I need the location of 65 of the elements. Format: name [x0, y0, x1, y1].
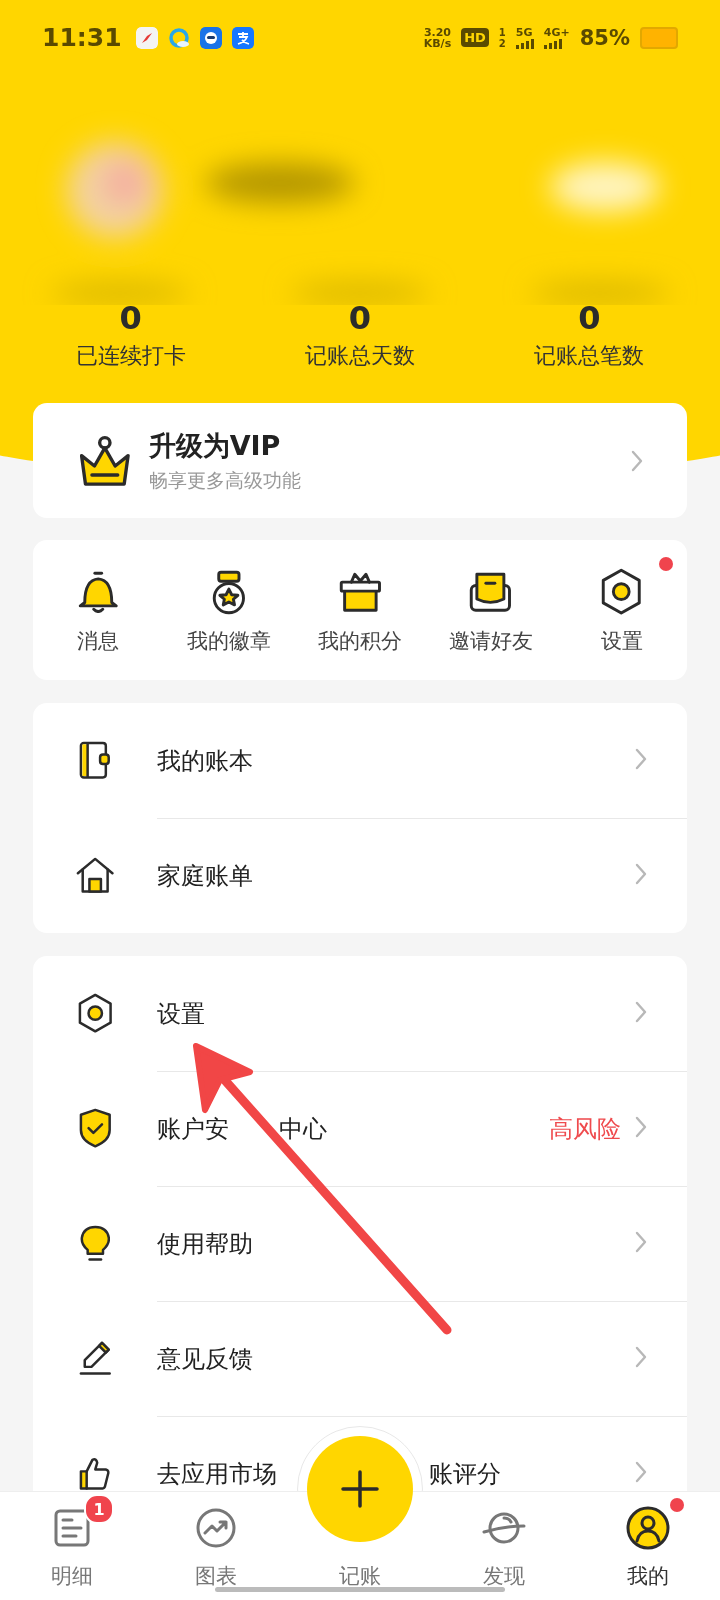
- vip-card[interactable]: 升级为VIP 畅享更多高级功能: [33, 403, 687, 518]
- shortcut-label[interactable]: 我的徽章: [187, 627, 272, 655]
- crown-icon: [79, 434, 131, 487]
- chevron-icon: [635, 862, 647, 885]
- shortcut-label[interactable]: 我的积分: [318, 627, 402, 655]
- envelope-icon: [469, 571, 513, 613]
- shortcut-label[interactable]: 消息: [77, 627, 120, 655]
- vip-subtitle: 畅享更多高级功能: [148, 467, 302, 493]
- person-icon: [626, 1506, 670, 1550]
- settings-icon: [77, 993, 113, 1034]
- bell-icon: [78, 570, 119, 614]
- cloud-app-icon: [167, 26, 190, 49]
- shortcut-label[interactable]: 邀请好友: [448, 627, 533, 655]
- tab[interactable]: 我的: [576, 1492, 720, 1600]
- count-badge: 1: [84, 1494, 114, 1524]
- network-speed: 3.20 KB/s: [423, 26, 452, 49]
- wallet-icon: [79, 741, 111, 780]
- menu-label[interactable]: 中心: [279, 1112, 327, 1145]
- menu-label[interactable]: 家庭账单: [157, 859, 253, 892]
- stat-label: 已连续打卡: [75, 342, 186, 370]
- chevron-icon: [635, 1230, 647, 1253]
- chart-icon: [196, 1508, 236, 1548]
- shortcut-label[interactable]: 设置: [600, 627, 643, 655]
- stat-value: 0: [348, 301, 372, 335]
- stat-value: 0: [119, 301, 142, 335]
- sim-indicator: 1 2: [498, 26, 506, 49]
- menu-label[interactable]: 去应用市场: [157, 1457, 277, 1490]
- menu-label[interactable]: 设置: [157, 997, 205, 1030]
- menu-label[interactable]: 我的账本: [157, 744, 253, 777]
- menu-label[interactable]: 使用帮助: [157, 1227, 253, 1260]
- battery-percent: 85%: [579, 25, 630, 50]
- tab[interactable]: 图表: [144, 1492, 288, 1600]
- planet-icon: [482, 1512, 526, 1544]
- gift-icon: [338, 571, 382, 613]
- menu-label[interactable]: 账评分: [429, 1457, 501, 1490]
- tab[interactable]: 明细 1: [0, 1492, 144, 1600]
- vip-title: 升级为VIP: [148, 428, 282, 463]
- menu-label[interactable]: 账户安: [157, 1112, 229, 1145]
- battery-icon: [640, 26, 678, 49]
- chevron-icon: [635, 747, 647, 770]
- risk-status: 高风险: [549, 1113, 621, 1145]
- document-icon: [54, 1509, 90, 1547]
- chevron-icon: [635, 1460, 647, 1483]
- pencil-icon: [78, 1341, 112, 1376]
- stat-label: 记账总笔数: [534, 342, 645, 370]
- settings-icon: [601, 568, 642, 616]
- shield-icon: [78, 1108, 112, 1149]
- chevron-icon: [635, 1345, 647, 1368]
- tab[interactable]: 发现: [432, 1492, 576, 1600]
- plus-icon: [341, 1470, 379, 1508]
- chevron-icon: [635, 1000, 647, 1023]
- chevron-icon: [631, 449, 643, 472]
- lightbulb-icon: [79, 1225, 111, 1262]
- signal-4g: 4G+: [543, 26, 570, 49]
- hd-indicator: HD: [461, 28, 489, 47]
- status-time: 11:31: [42, 23, 122, 52]
- thumbs-up-icon: [79, 1456, 111, 1491]
- house-icon: [75, 857, 115, 894]
- menu-label[interactable]: 意见反馈: [157, 1342, 253, 1375]
- medal-icon: [212, 569, 247, 615]
- signal-5g: 5G: [515, 26, 534, 49]
- stat-label: 记账总天数: [305, 342, 415, 370]
- stat-value: 0: [578, 301, 601, 335]
- chevron-icon: [635, 1115, 647, 1138]
- tab-label[interactable]: 记账: [339, 1562, 381, 1590]
